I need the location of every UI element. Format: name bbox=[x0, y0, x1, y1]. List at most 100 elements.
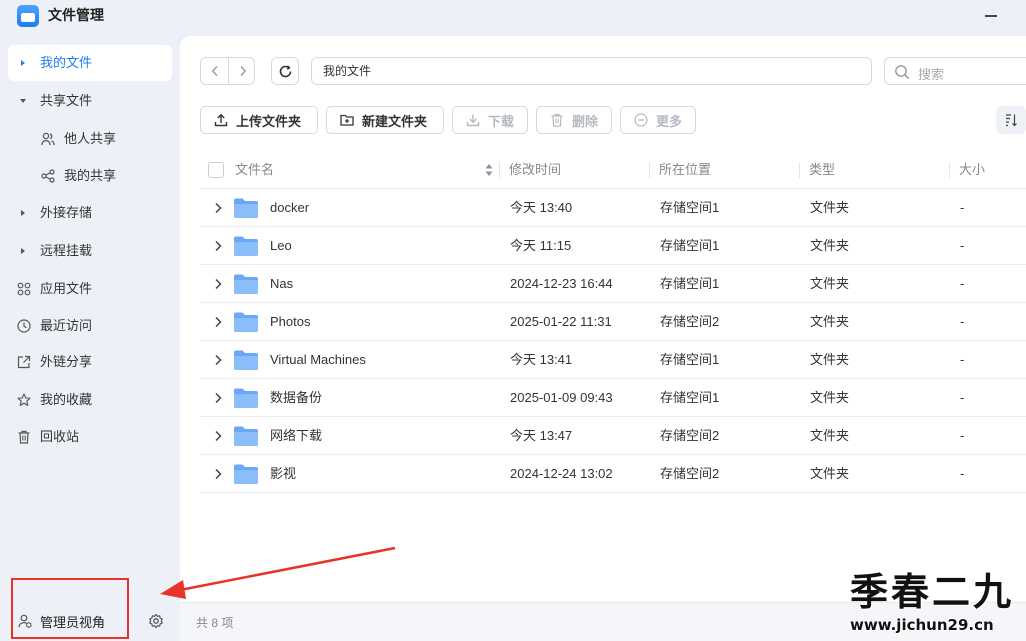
sidebar-item-my-shares[interactable]: 我的共享 bbox=[8, 158, 172, 194]
caret-right-icon bbox=[21, 60, 25, 66]
table-row[interactable]: 影视 2024-12-24 13:02 存储空间2 文件夹 - bbox=[200, 455, 1026, 493]
column-header-location[interactable]: 所在位置 bbox=[659, 151, 711, 189]
trash-icon bbox=[18, 430, 30, 444]
folder-icon bbox=[234, 198, 258, 218]
new-folder-button[interactable]: 新建文件夹 bbox=[326, 106, 444, 134]
chevron-right-icon[interactable] bbox=[213, 468, 223, 480]
admin-view-button[interactable]: 管理员视角 bbox=[18, 611, 105, 631]
sidebar-item-app-files[interactable]: 应用文件 bbox=[8, 271, 172, 307]
main-panel: 我的文件 搜索 上传文件夹 新建文件夹 下载 删除 更多 文件名 修改时间 所在… bbox=[180, 36, 1026, 602]
download-button[interactable]: 下载 bbox=[452, 106, 528, 134]
gear-icon[interactable] bbox=[148, 613, 164, 629]
file-location: 存储空间2 bbox=[660, 428, 720, 443]
chevron-right-icon[interactable] bbox=[213, 316, 223, 328]
path-bar[interactable]: 我的文件 bbox=[311, 57, 872, 85]
table-row[interactable]: 网络下载 今天 13:47 存储空间2 文件夹 - bbox=[200, 417, 1026, 455]
table-row[interactable]: docker 今天 13:40 存储空间1 文件夹 - bbox=[200, 189, 1026, 227]
admin-view-label: 管理员视角 bbox=[40, 614, 106, 630]
file-name[interactable]: 网络下载 bbox=[270, 417, 322, 455]
sort-arrows-icon[interactable] bbox=[485, 163, 493, 177]
users-icon bbox=[41, 132, 55, 146]
upload-folder-button[interactable]: 上传文件夹 bbox=[200, 106, 318, 134]
file-type: 文件夹 bbox=[810, 390, 850, 405]
table-row[interactable]: Leo 今天 11:15 存储空间1 文件夹 - bbox=[200, 227, 1026, 265]
table-row[interactable]: Photos 2025-01-22 11:31 存储空间2 文件夹 - bbox=[200, 303, 1026, 341]
chevron-right-icon[interactable] bbox=[213, 392, 223, 404]
file-name[interactable]: Leo bbox=[270, 227, 292, 265]
sidebar-item-label: 外链分享 bbox=[40, 354, 93, 369]
select-all-checkbox[interactable] bbox=[208, 162, 224, 178]
sidebar-item-recent[interactable]: 最近访问 bbox=[8, 308, 172, 344]
more-label: 更多 bbox=[656, 113, 683, 129]
file-type: 文件夹 bbox=[810, 238, 850, 253]
file-modified: 今天 13:40 bbox=[510, 200, 573, 215]
sidebar-item-label: 我的收藏 bbox=[40, 392, 93, 407]
file-name[interactable]: 数据备份 bbox=[270, 379, 322, 417]
window-title: 文件管理 bbox=[48, 7, 104, 23]
admin-user-icon bbox=[18, 614, 32, 628]
file-type: 文件夹 bbox=[810, 466, 850, 481]
folder-icon bbox=[234, 426, 258, 446]
watermark-url: www.jichun29.cn bbox=[850, 616, 994, 634]
back-button[interactable] bbox=[201, 58, 228, 84]
column-header-modified[interactable]: 修改时间 bbox=[509, 151, 561, 189]
sidebar-item-shared-by-others[interactable]: 他人共享 bbox=[8, 121, 172, 157]
table-header: 文件名 修改时间 所在位置 类型 大小 bbox=[200, 151, 1026, 189]
sidebar-item-shared-files[interactable]: 共享文件 bbox=[8, 83, 172, 119]
chevron-right-icon[interactable] bbox=[213, 354, 223, 366]
column-divider[interactable] bbox=[499, 162, 500, 178]
upload-icon bbox=[214, 113, 228, 127]
chevron-right-icon[interactable] bbox=[213, 240, 223, 252]
folder-icon bbox=[234, 236, 258, 256]
column-header-type[interactable]: 类型 bbox=[809, 151, 835, 189]
column-divider[interactable] bbox=[799, 162, 800, 178]
delete-button[interactable]: 删除 bbox=[536, 106, 612, 134]
sidebar-item-recycle-bin[interactable]: 回收站 bbox=[8, 419, 172, 455]
share-icon bbox=[41, 169, 55, 183]
column-header-size[interactable]: 大小 bbox=[959, 151, 985, 189]
sidebar-item-favorites[interactable]: 我的收藏 bbox=[8, 382, 172, 418]
file-type: 文件夹 bbox=[810, 352, 850, 367]
file-name[interactable]: 影视 bbox=[270, 455, 296, 493]
search-icon bbox=[895, 65, 910, 80]
table-row[interactable]: Nas 2024-12-23 16:44 存储空间1 文件夹 - bbox=[200, 265, 1026, 303]
sidebar-item-my-files[interactable]: 我的文件 bbox=[8, 45, 172, 81]
sidebar-item-external-storage[interactable]: 外接存储 bbox=[8, 195, 172, 231]
chevron-right-icon[interactable] bbox=[213, 278, 223, 290]
refresh-button[interactable] bbox=[271, 57, 299, 85]
chevron-right-icon[interactable] bbox=[213, 202, 223, 214]
file-modified: 2024-12-23 16:44 bbox=[510, 276, 613, 291]
folder-icon bbox=[234, 274, 258, 294]
table-row[interactable]: Virtual Machines 今天 13:41 存储空间1 文件夹 - bbox=[200, 341, 1026, 379]
column-header-name[interactable]: 文件名 bbox=[235, 151, 274, 189]
file-type: 文件夹 bbox=[810, 314, 850, 329]
file-name[interactable]: Nas bbox=[270, 265, 293, 303]
table-row[interactable]: 数据备份 2025-01-09 09:43 存储空间1 文件夹 - bbox=[200, 379, 1026, 417]
minimize-icon[interactable] bbox=[984, 8, 998, 22]
column-divider[interactable] bbox=[649, 162, 650, 178]
file-size: - bbox=[960, 352, 965, 367]
sidebar-item-remote-mount[interactable]: 远程挂载 bbox=[8, 233, 172, 269]
file-size: - bbox=[960, 390, 965, 405]
column-divider[interactable] bbox=[949, 162, 950, 178]
chevron-right-icon[interactable] bbox=[213, 430, 223, 442]
folder-icon bbox=[234, 312, 258, 332]
file-size: - bbox=[960, 466, 965, 481]
more-icon bbox=[634, 113, 648, 127]
chevron-left-icon bbox=[211, 66, 218, 76]
sort-button[interactable] bbox=[996, 106, 1026, 134]
file-name[interactable]: Virtual Machines bbox=[270, 341, 366, 379]
forward-button[interactable] bbox=[229, 58, 256, 84]
file-modified: 今天 13:47 bbox=[510, 428, 573, 443]
file-name[interactable]: Photos bbox=[270, 303, 310, 341]
file-name[interactable]: docker bbox=[270, 189, 309, 227]
sidebar-item-label: 共享文件 bbox=[40, 93, 93, 108]
clock-icon bbox=[17, 319, 31, 333]
sidebar-item-external-link-share[interactable]: 外链分享 bbox=[8, 344, 172, 380]
folder-icon bbox=[234, 388, 258, 408]
file-modified: 2024-12-24 13:02 bbox=[510, 466, 613, 481]
more-button[interactable]: 更多 bbox=[620, 106, 696, 134]
trash-icon bbox=[551, 113, 563, 127]
search-input[interactable]: 搜索 bbox=[884, 57, 1026, 85]
watermark: 季春二九 www.jichun29.cn bbox=[850, 570, 1014, 635]
